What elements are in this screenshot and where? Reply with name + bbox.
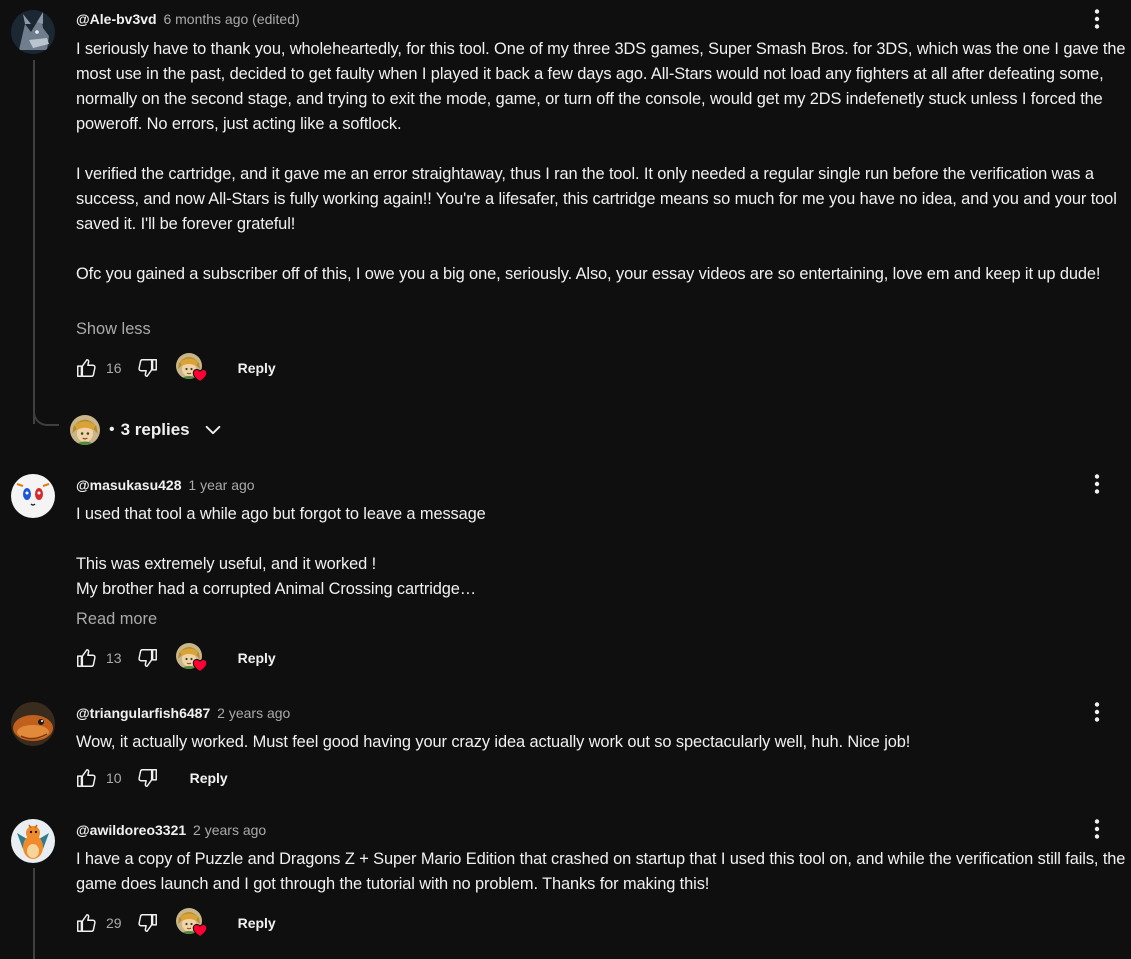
like-icon[interactable] (74, 766, 98, 790)
comment-timestamp[interactable]: 2 years ago (217, 705, 290, 721)
like-count: 16 (106, 360, 122, 376)
comment-text: I have a copy of Puzzle and Dragons Z + … (76, 850, 1130, 893)
view-replies-button[interactable]: • 3 replies (70, 413, 224, 447)
comment-header: @Ale-bv3vd 6 months ago (edited) (76, 9, 300, 29)
more-actions-icon[interactable] (1085, 700, 1109, 724)
like-count: 29 (106, 915, 122, 931)
heart-icon (192, 367, 208, 383)
more-actions-icon[interactable] (1085, 472, 1109, 496)
more-actions-icon[interactable] (1085, 817, 1109, 841)
comment-timestamp[interactable]: 6 months ago (edited) (163, 11, 299, 27)
like-icon[interactable] (74, 646, 98, 670)
comment-actions: 16 Reply (74, 352, 276, 384)
dislike-icon[interactable] (136, 766, 160, 790)
comment: @awildoreo3321 2 years ago I have a copy… (0, 819, 1131, 959)
replies-count: 3 replies (120, 420, 190, 439)
comment: @triangularfish6487 2 years ago Wow, it … (0, 702, 1131, 802)
read-more-button[interactable]: Read more (76, 608, 157, 630)
reply-button[interactable]: Reply (238, 650, 276, 666)
reply-button[interactable]: Reply (238, 360, 276, 376)
comment-actions: 10 Reply (74, 762, 228, 794)
like-icon[interactable] (74, 911, 98, 935)
more-actions-icon[interactable] (1085, 7, 1109, 31)
face-avatar[interactable] (11, 474, 55, 518)
creator-avatar (70, 415, 100, 445)
fish-avatar[interactable] (11, 702, 55, 746)
comment-author[interactable]: @Ale-bv3vd (76, 11, 157, 27)
comment-text: Wow, it actually worked. Must feel good … (76, 733, 911, 751)
dislike-icon[interactable] (136, 356, 160, 380)
dislike-icon[interactable] (136, 911, 160, 935)
show-less-button[interactable]: Show less (76, 318, 151, 340)
reply-button[interactable]: Reply (190, 770, 228, 786)
comment-header: @triangularfish6487 2 years ago (76, 703, 290, 723)
reply-button[interactable]: Reply (238, 915, 276, 931)
separator-dot: • (109, 421, 115, 438)
creator-heart-badge (176, 643, 206, 673)
comment-actions: 29 Reply (74, 907, 276, 939)
comment-header: @masukasu428 1 year ago (76, 475, 255, 495)
chevron-down-icon (202, 419, 224, 441)
comment-timestamp[interactable]: 2 years ago (193, 822, 266, 838)
comment: @Ale-bv3vd 6 months ago (edited) I serio… (0, 0, 1131, 450)
comment-actions: 13 Reply (74, 642, 276, 674)
charizard-avatar[interactable] (11, 819, 55, 863)
comment-author[interactable]: @awildoreo3321 (76, 822, 186, 838)
comment-timestamp[interactable]: 1 year ago (188, 477, 254, 493)
like-icon[interactable] (74, 356, 98, 380)
heart-icon (192, 657, 208, 673)
comment-header: @awildoreo3321 2 years ago (76, 820, 266, 840)
like-count: 10 (106, 770, 122, 786)
creator-heart-badge (176, 353, 206, 383)
comment-text: I seriously have to thank you, wholehear… (76, 40, 1126, 283)
comment-author[interactable]: @triangularfish6487 (76, 705, 210, 721)
heart-icon (192, 922, 208, 938)
creator-heart-badge (176, 908, 206, 938)
wolf-avatar[interactable] (11, 10, 55, 54)
comment: @masukasu428 1 year ago I used that tool… (0, 474, 1131, 684)
comment-author[interactable]: @masukasu428 (76, 477, 182, 493)
comment-text: I used that tool a while ago but forgot … (76, 505, 486, 598)
like-count: 13 (106, 650, 122, 666)
dislike-icon[interactable] (136, 646, 160, 670)
